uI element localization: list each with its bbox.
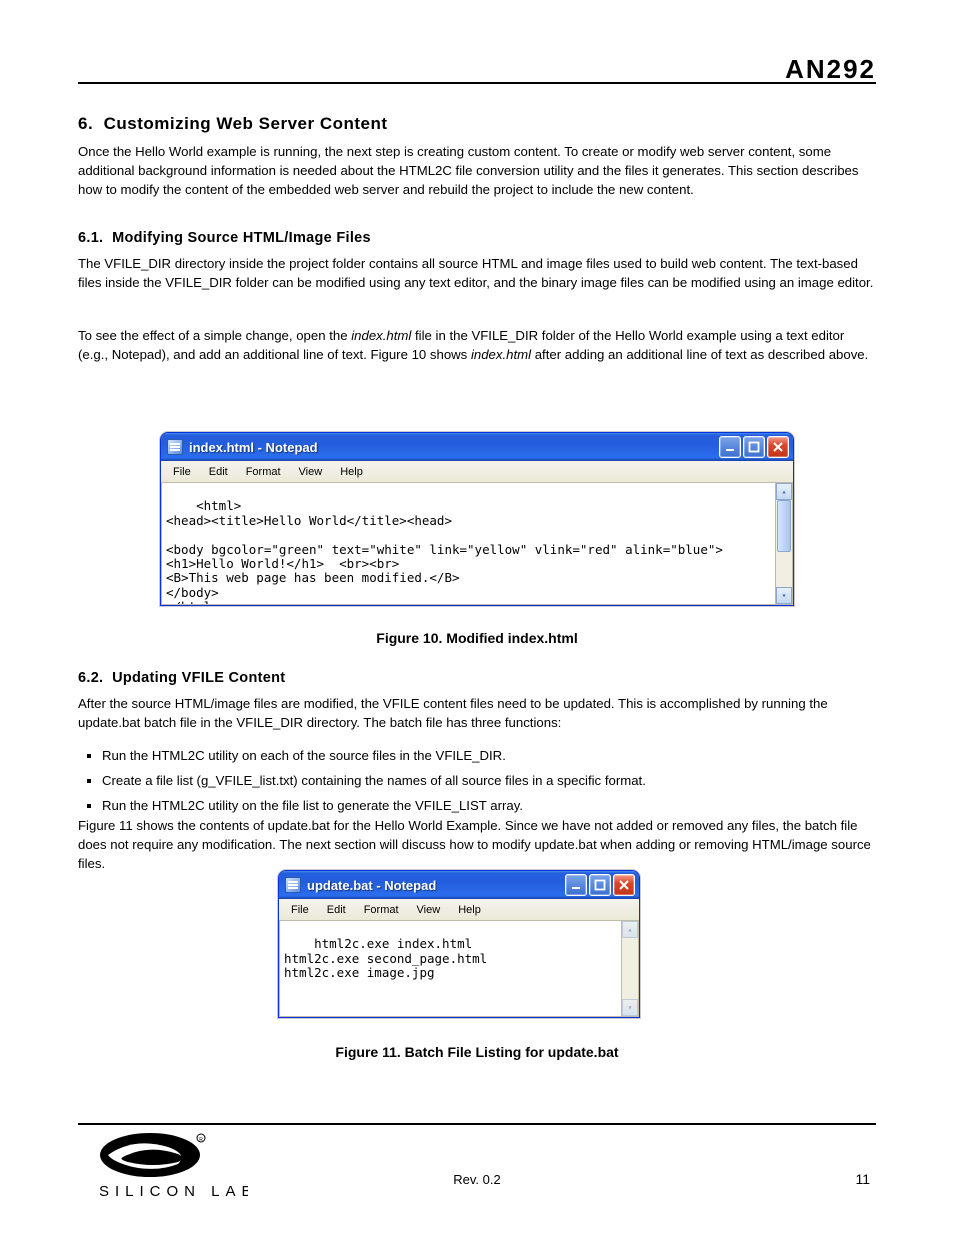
menu-view[interactable]: View <box>409 902 449 918</box>
scroll-up-button[interactable]: ▴ <box>776 483 792 500</box>
notepad-window-update-bat: update.bat - Notepad File Edit Format Vi… <box>278 870 640 1018</box>
editor-area[interactable]: <html> <head><title>Hello World</title><… <box>161 483 793 605</box>
p2-end: after adding an additional line of text … <box>531 347 868 362</box>
scroll-thumb[interactable] <box>777 500 791 552</box>
p2-prefix: To see the effect of a simple change, op… <box>78 328 351 343</box>
menu-view[interactable]: View <box>291 464 331 480</box>
close-button[interactable] <box>767 436 789 458</box>
vertical-scrollbar[interactable]: ▴ ▾ <box>775 483 792 604</box>
p2-file-1: index.html <box>351 328 411 343</box>
figure-11-caption: Figure 11. Batch File Listing for update… <box>78 1042 876 1062</box>
section-6-2-p1: After the source HTML/image files are mo… <box>78 694 876 732</box>
p2-file-2: index.html <box>471 347 531 362</box>
section-6-title: Customizing Web Server Content <box>104 114 388 133</box>
svg-text:R: R <box>199 1137 203 1143</box>
vertical-scrollbar[interactable]: ▴ ▾ <box>621 921 638 1016</box>
scroll-down-button[interactable]: ▾ <box>776 587 792 604</box>
menu-file[interactable]: File <box>165 464 199 480</box>
page-header: AN292 <box>78 60 876 84</box>
menu-edit[interactable]: Edit <box>201 464 236 480</box>
footer-rule <box>78 1123 876 1125</box>
editor-text: <html> <head><title>Hello World</title><… <box>166 498 723 605</box>
notepad-icon <box>285 877 301 893</box>
menu-format[interactable]: Format <box>356 902 407 918</box>
menubar: File Edit Format View Help <box>279 899 639 921</box>
revision-label: Rev. 0.2 <box>453 1172 500 1187</box>
maximize-button[interactable] <box>743 436 765 458</box>
section-6-heading: 6. Customizing Web Server Content <box>78 112 876 137</box>
titlebar[interactable]: index.html - Notepad <box>161 433 793 461</box>
menu-format[interactable]: Format <box>238 464 289 480</box>
menu-file[interactable]: File <box>283 902 317 918</box>
menubar: File Edit Format View Help <box>161 461 793 483</box>
bullet-2: Create a file list (g_VFILE_list.txt) co… <box>102 771 876 790</box>
section-6-2-heading: 6.2. Updating VFILE Content <box>78 668 876 689</box>
scroll-track[interactable] <box>622 938 638 999</box>
section-6-1-p1: The VFILE_DIR directory inside the proje… <box>78 254 876 292</box>
section-6-2-number: 6.2. <box>78 670 103 686</box>
scroll-track[interactable] <box>776 500 792 587</box>
section-6-1-p2: To see the effect of a simple change, op… <box>78 326 876 364</box>
silicon-labs-logo: R SILICON LABS <box>78 1132 248 1207</box>
page-number: 11 <box>855 1171 870 1187</box>
menu-help[interactable]: Help <box>450 902 489 918</box>
menu-help[interactable]: Help <box>332 464 371 480</box>
titlebar[interactable]: update.bat - Notepad <box>279 871 639 899</box>
maximize-button[interactable] <box>589 874 611 896</box>
section-6-intro: Once the Hello World example is running,… <box>78 142 876 199</box>
svg-text:SILICON LABS: SILICON LABS <box>99 1183 248 1200</box>
minimize-button[interactable] <box>719 436 741 458</box>
close-button[interactable] <box>613 874 635 896</box>
window-title: index.html - Notepad <box>189 440 719 455</box>
scroll-down-button[interactable]: ▾ <box>622 999 638 1016</box>
section-6-1-number: 6.1. <box>78 230 103 246</box>
notepad-window-index-html: index.html - Notepad File Edit Format Vi… <box>160 432 794 606</box>
bullet-1: Run the HTML2C utility on each of the so… <box>102 746 876 765</box>
section-6-1-title: Modifying Source HTML/Image Files <box>112 230 371 246</box>
editor-text: html2c.exe index.html html2c.exe second_… <box>284 936 487 980</box>
menu-edit[interactable]: Edit <box>319 902 354 918</box>
section-6-2-p2: Figure 11 shows the contents of update.b… <box>78 816 876 873</box>
figure-10-caption: Figure 10. Modified index.html <box>78 628 876 648</box>
editor-area[interactable]: html2c.exe index.html html2c.exe second_… <box>279 921 639 1017</box>
section-6-1-heading: 6.1. Modifying Source HTML/Image Files <box>78 228 876 249</box>
section-6-2-title: Updating VFILE Content <box>112 670 285 686</box>
minimize-button[interactable] <box>565 874 587 896</box>
window-title: update.bat - Notepad <box>307 878 565 893</box>
bullet-3: Run the HTML2C utility on the file list … <box>102 796 876 815</box>
scroll-up-button[interactable]: ▴ <box>622 921 638 938</box>
section-6-2-bullets: Run the HTML2C utility on each of the so… <box>78 746 876 821</box>
doc-id: AN292 <box>785 54 876 85</box>
notepad-icon <box>167 439 183 455</box>
section-6-number: 6. <box>78 114 93 133</box>
